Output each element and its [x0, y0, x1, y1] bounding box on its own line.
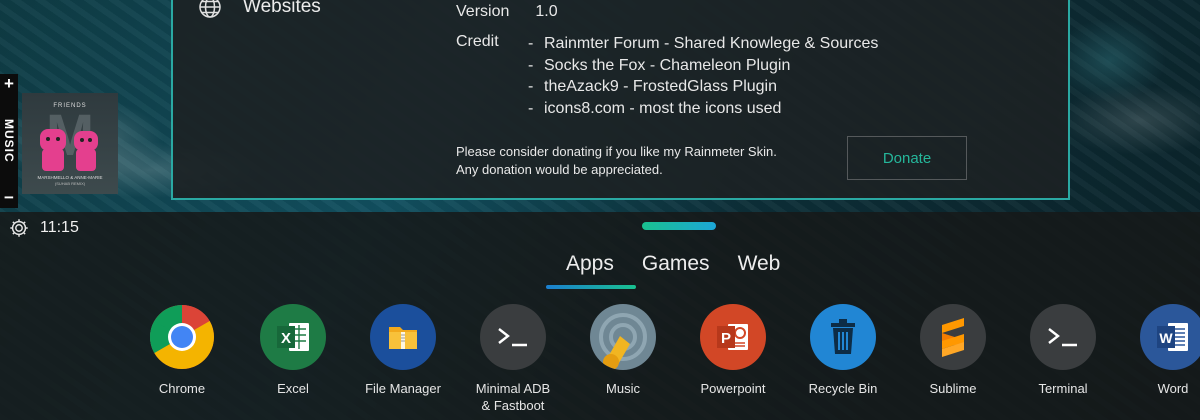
app-label: Sublime — [929, 381, 977, 396]
version-value: 1.0 — [535, 3, 558, 20]
app-recycle-bin[interactable]: Recycle Bin — [788, 304, 898, 397]
clock-widget: 11:15 — [8, 217, 79, 239]
recycle-bin-icon — [810, 304, 876, 370]
album-artist: MARSHMELLO & ANNE-MARIE — [37, 175, 103, 180]
drag-handle[interactable] — [642, 222, 716, 230]
app-excel[interactable]: X Excel — [238, 304, 348, 397]
music-widget: + MUSIC − FRIENDS M MARSHMELLO & ANNE-MA… — [0, 74, 118, 208]
app-powerpoint[interactable]: P Powerpoint — [678, 304, 788, 397]
tab-web[interactable]: Web — [720, 252, 791, 276]
app-sublime[interactable]: Sublime — [898, 304, 1008, 397]
album-art[interactable]: FRIENDS M MARSHMELLO & ANNE-MARIE (SUHAB… — [22, 93, 118, 194]
svg-text:P: P — [721, 330, 731, 347]
tab-apps[interactable]: Apps — [548, 252, 624, 276]
donate-line: Any donation would be appreciated. — [456, 162, 663, 177]
chrome-icon — [149, 304, 215, 370]
nav-item-websites[interactable]: Websites — [197, 0, 321, 20]
donate-line: Please consider donating if you like my … — [456, 144, 777, 159]
donate-button[interactable]: Donate — [847, 136, 967, 180]
svg-text:X: X — [281, 330, 291, 347]
credit-label: Credit — [456, 33, 499, 50]
version-label: Version — [456, 3, 510, 20]
app-music[interactable]: Music — [568, 304, 678, 397]
app-dock: 11:15 Apps Games Web Chrome X Excel File… — [0, 212, 1200, 420]
app-label: Music — [606, 381, 640, 396]
active-tab-indicator — [546, 285, 636, 289]
credit-row: Credit Rainmter Forum - Shared Knowlege … — [456, 33, 878, 119]
clock-time: 11:15 — [40, 219, 79, 236]
app-grid: Chrome X Excel File Manager Minimal ADB … — [0, 304, 1200, 420]
powerpoint-icon: P — [700, 304, 766, 370]
version-row: Version 1.0 — [456, 3, 558, 21]
word-icon: W — [1140, 304, 1200, 370]
credit-list: Rainmter Forum - Shared Knowlege & Sourc… — [528, 33, 878, 119]
music-sidebar: + MUSIC − — [0, 74, 18, 208]
app-terminal[interactable]: Terminal — [1008, 304, 1118, 397]
sublime-icon — [920, 304, 986, 370]
list-item: theAzack9 - FrostedGlass Plugin — [528, 76, 878, 98]
terminal-icon — [480, 304, 546, 370]
donate-message: Please consider donating if you like my … — [456, 143, 777, 179]
list-item: Socks the Fox - Chameleon Plugin — [528, 55, 878, 77]
app-label: Word — [1157, 381, 1189, 396]
music-icon — [590, 304, 656, 370]
app-label: Recycle Bin — [808, 381, 878, 396]
app-label: Powerpoint — [700, 381, 766, 396]
svg-text:W: W — [1159, 330, 1173, 346]
app-word[interactable]: W Word — [1118, 304, 1200, 397]
tab-games[interactable]: Games — [624, 252, 720, 276]
app-minimal-adb[interactable]: Minimal ADB & Fastboot — [458, 304, 568, 414]
gear-icon[interactable] — [8, 217, 30, 239]
app-label: Terminal — [1038, 381, 1088, 396]
nav-item-label: Websites — [243, 0, 321, 17]
album-subtitle: (SUHAB REMIX) — [54, 181, 86, 186]
terminal-icon — [1030, 304, 1096, 370]
app-file-manager[interactable]: File Manager — [348, 304, 458, 397]
expand-button[interactable]: + — [4, 75, 14, 92]
list-item: Rainmter Forum - Shared Knowlege & Sourc… — [528, 33, 878, 55]
globe-icon — [199, 0, 221, 18]
list-item: icons8.com - most the icons used — [528, 98, 878, 120]
app-label: Minimal ADB & Fastboot — [475, 381, 551, 413]
app-chrome[interactable]: Chrome — [127, 304, 237, 397]
app-label: Chrome — [158, 381, 206, 396]
app-label: File Manager — [365, 381, 441, 396]
excel-icon: X — [260, 304, 326, 370]
category-tabs: Apps Games Web — [548, 252, 790, 276]
app-label: Excel — [277, 381, 309, 396]
about-panel: Websites Version 1.0 Credit Rainmter For… — [171, 0, 1070, 200]
collapse-button[interactable]: − — [4, 189, 14, 206]
music-label: MUSIC — [2, 119, 16, 163]
file-manager-icon — [370, 304, 436, 370]
